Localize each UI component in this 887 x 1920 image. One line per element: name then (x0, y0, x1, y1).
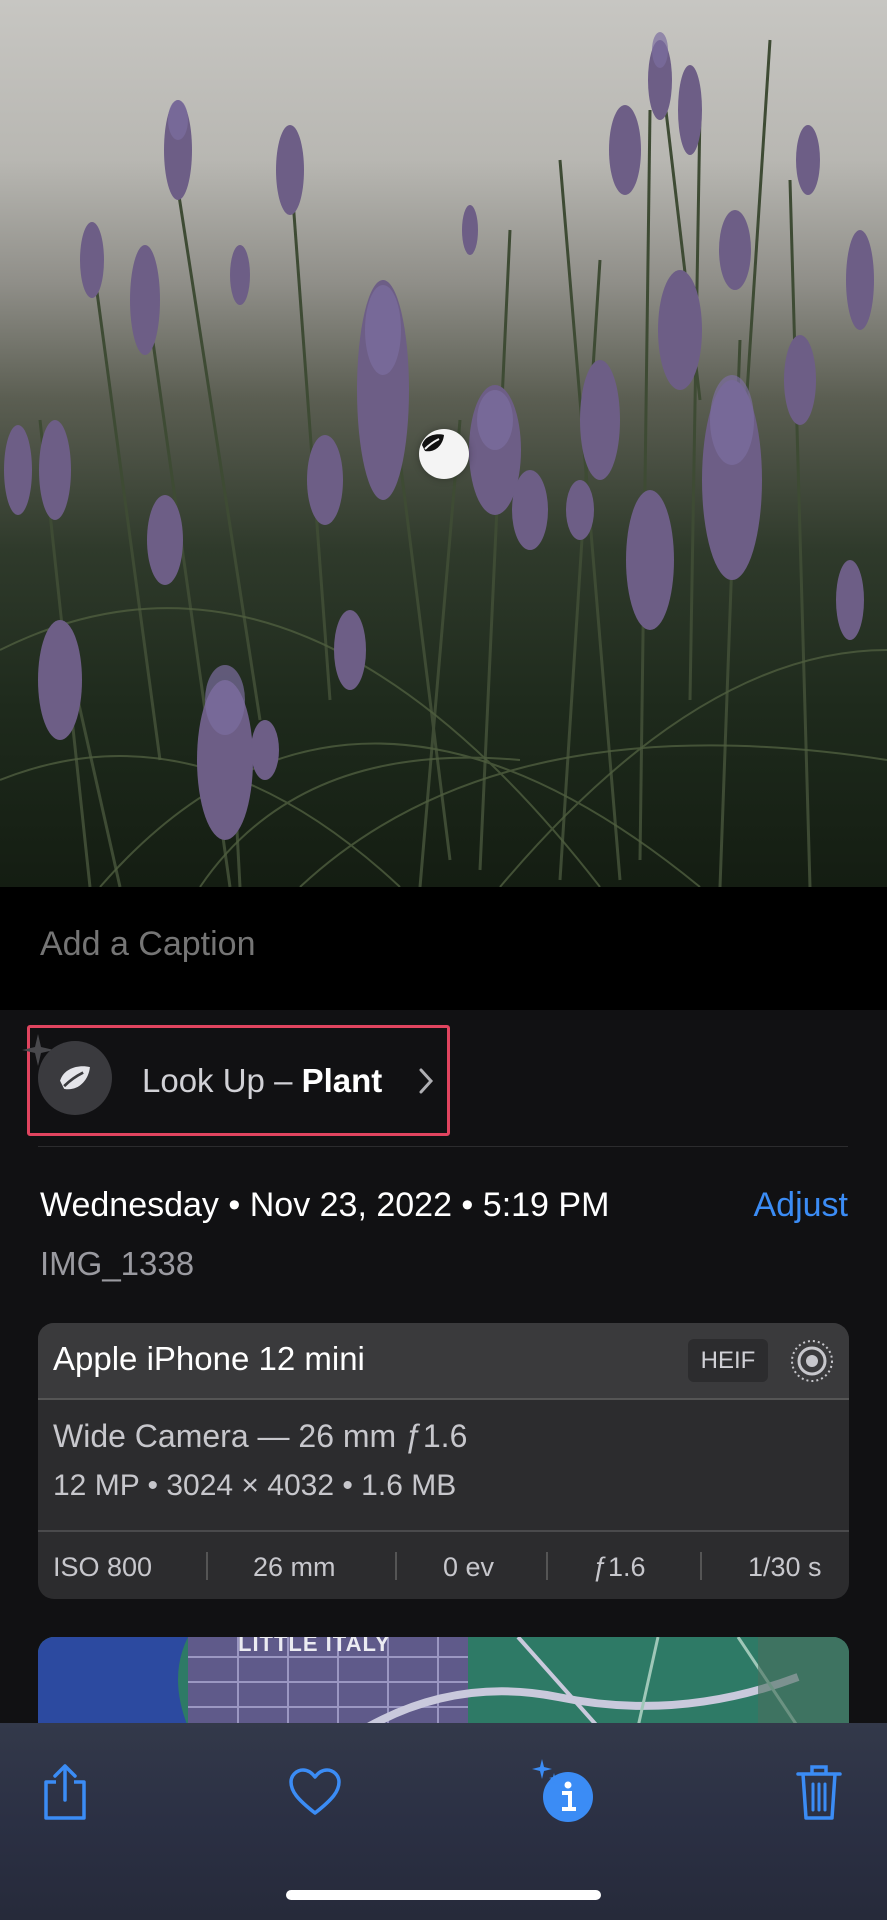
filename: IMG_1338 (40, 1245, 195, 1282)
visual-look-up-badge[interactable] (419, 429, 469, 479)
live-photo-icon (789, 1338, 835, 1389)
exif-row: ISO 800 26 mm 0 ev ƒ1.6 1/30 s (38, 1532, 849, 1599)
photo-view[interactable] (0, 0, 887, 887)
map-label: LITTLE ITALY (238, 1637, 391, 1656)
exif-exposure: 0 ev (443, 1552, 495, 1582)
share-icon (44, 1764, 86, 1820)
adjust-button[interactable]: Adjust (754, 1186, 849, 1225)
device-name: Apple iPhone 12 mini (53, 1340, 365, 1377)
caption-input[interactable] (40, 925, 840, 964)
exif-separator (546, 1552, 548, 1580)
chevron-right-icon (416, 1066, 436, 1101)
map-image (38, 1637, 849, 1727)
trash-icon (796, 1765, 842, 1820)
location-map[interactable]: LITTLE ITALY (38, 1637, 849, 1727)
delete-button[interactable] (784, 1757, 854, 1827)
exif-shutter: 1/30 s (748, 1552, 822, 1582)
exif-separator (206, 1552, 208, 1580)
camera-info-card: Apple iPhone 12 mini HEIF Wide Camera — … (38, 1323, 849, 1599)
info-button[interactable] (528, 1757, 598, 1827)
look-up-label[interactable]: Look Up – Plant (142, 1062, 382, 1100)
date-time: Wednesday • Nov 23, 2022 • 5:19 PM (40, 1186, 610, 1224)
leaf-icon (422, 434, 444, 452)
look-up-prefix: Look Up – (142, 1062, 302, 1099)
exif-separator (395, 1552, 397, 1580)
lens-info: Wide Camera — 26 mm ƒ1.6 (53, 1418, 468, 1454)
favorite-button[interactable] (280, 1757, 350, 1827)
leaf-icon (38, 1041, 112, 1115)
format-badge: HEIF (688, 1339, 768, 1382)
exif-separator (700, 1552, 702, 1580)
heart-icon (289, 1768, 341, 1815)
image-specs: 12 MP • 3024 × 4032 • 1.6 MB (53, 1469, 457, 1502)
exif-aperture: ƒ1.6 (593, 1552, 646, 1582)
home-indicator[interactable] (286, 1890, 601, 1900)
exif-iso: ISO 800 (53, 1552, 153, 1582)
share-button[interactable] (30, 1757, 100, 1827)
info-sparkle-icon (532, 1759, 593, 1822)
exif-focal-length: 26 mm (253, 1552, 336, 1582)
divider (38, 1146, 848, 1147)
card-header: Apple iPhone 12 mini HEIF (38, 1323, 849, 1400)
look-up-subject: Plant (301, 1062, 383, 1099)
